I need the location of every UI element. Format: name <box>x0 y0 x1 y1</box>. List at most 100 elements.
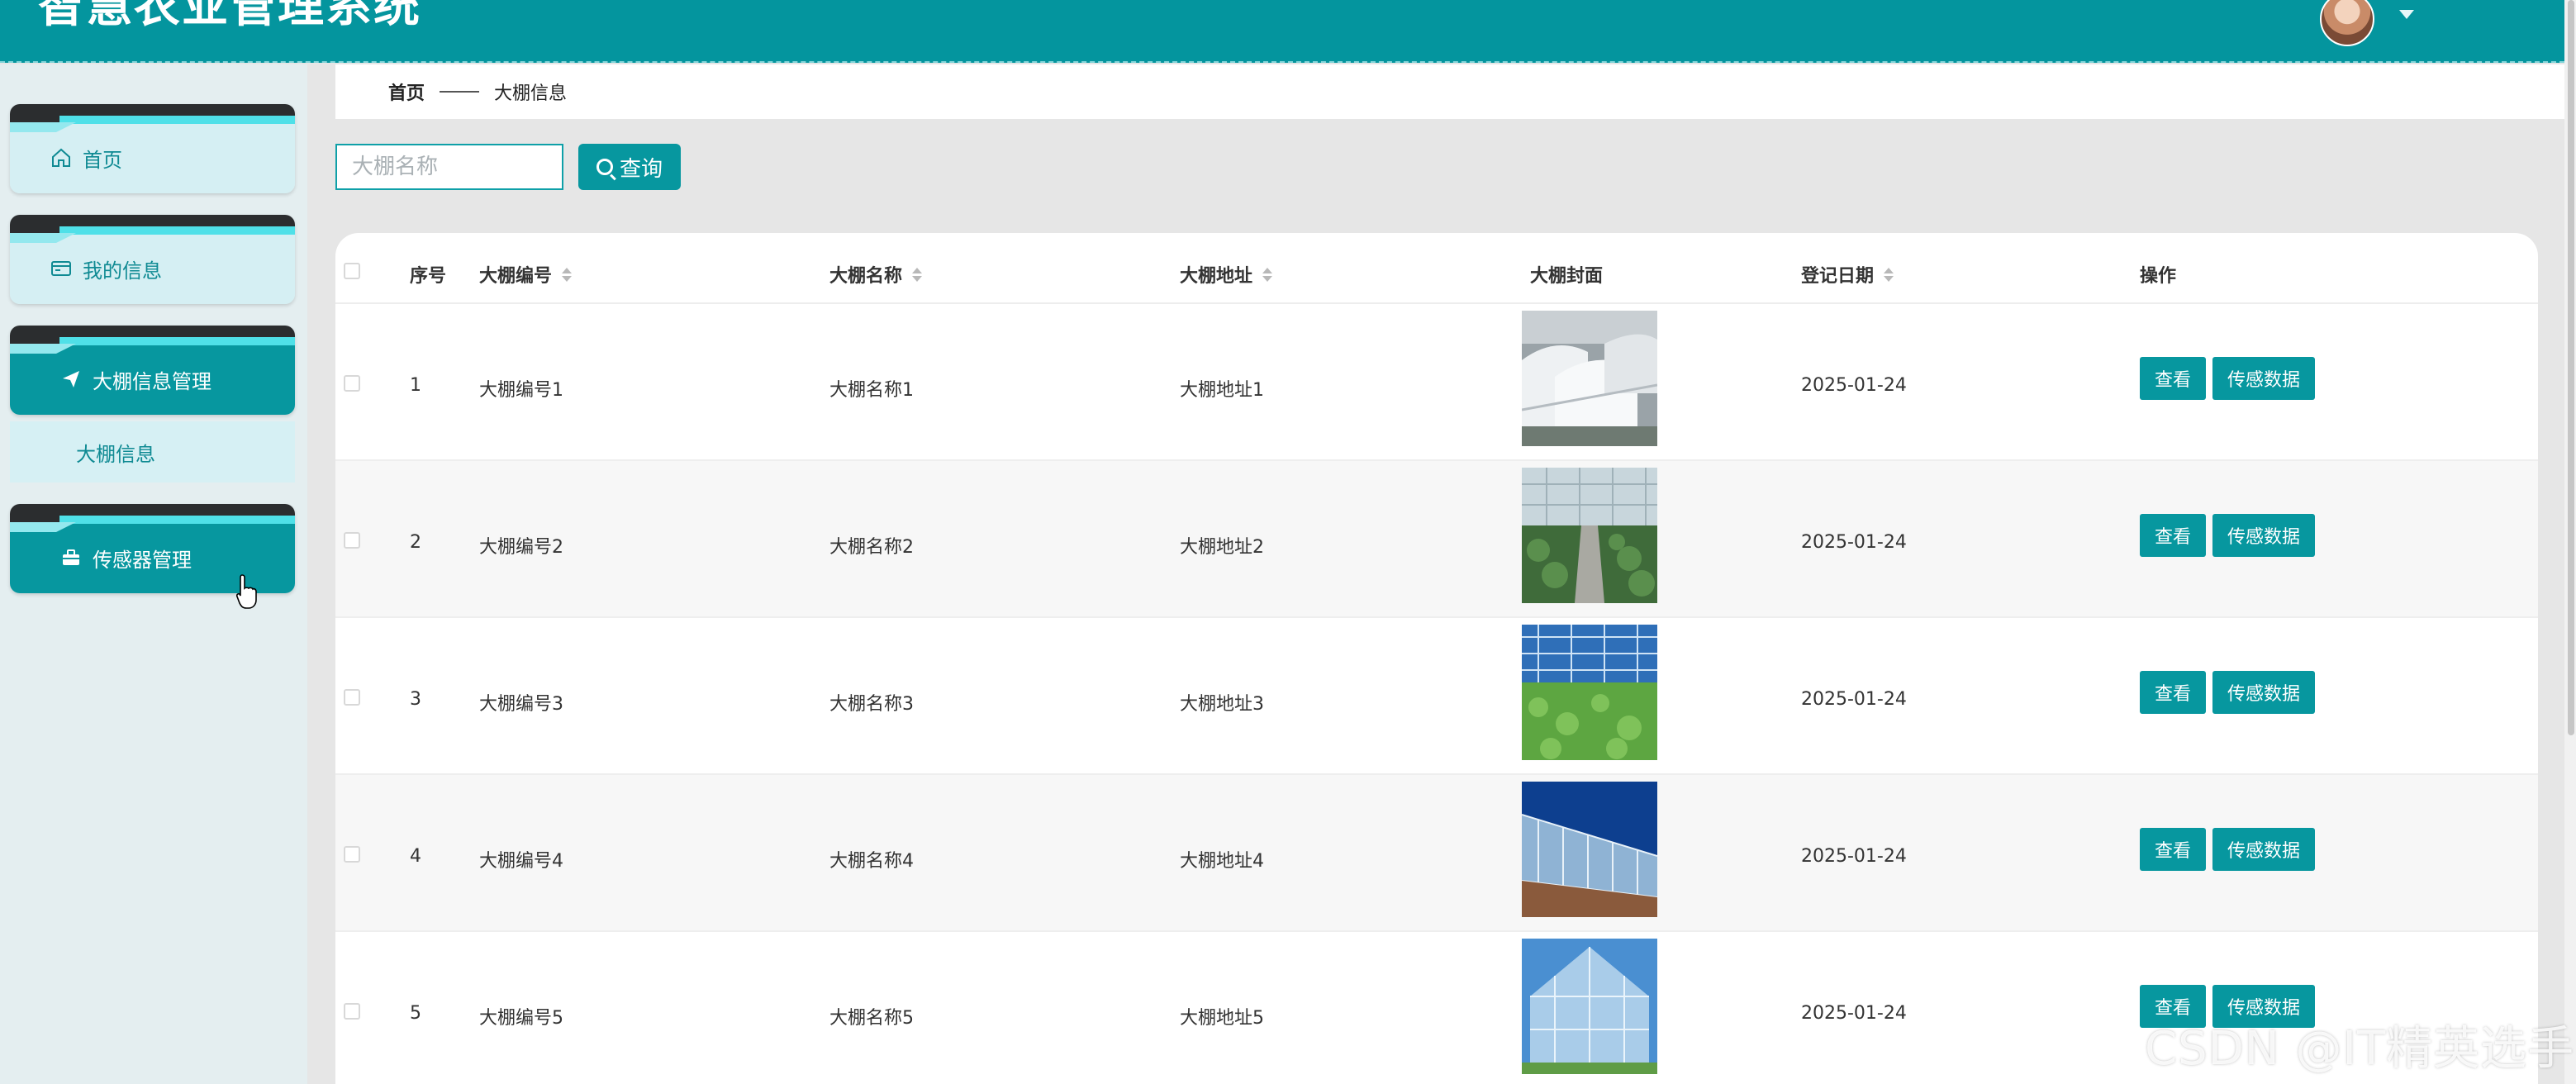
cell-date: 2025-01-24 <box>1801 689 1907 710</box>
sort-icon[interactable] <box>562 267 573 282</box>
col-header-label: 大棚封面 <box>1530 266 1604 287</box>
cell-code: 大棚编号5 <box>479 1008 563 1029</box>
view-button-label: 查看 <box>2154 370 2191 391</box>
cell-code: 大棚编号1 <box>479 380 563 401</box>
table-row: 4 大棚编号4 大棚名称4 大棚地址4 2025-01-24 查看 传感数据 <box>335 775 2538 932</box>
breadcrumb-separator <box>440 91 480 93</box>
menu-card-decoration <box>10 215 295 235</box>
col-header-action: 操作 <box>2140 261 2176 288</box>
col-header-label: 大棚编号 <box>479 266 553 287</box>
sidebar-subitem-greenhouse-info[interactable]: 大棚信息 <box>10 421 295 483</box>
app-title: 智慧农业管理系统 <box>38 0 421 33</box>
cell-name: 大棚名称5 <box>829 1008 914 1029</box>
sort-icon[interactable] <box>1262 267 1273 282</box>
sensor-data-button-label: 传感数据 <box>2227 370 2300 391</box>
sensor-data-button-label: 传感数据 <box>2227 841 2300 862</box>
cell-date: 2025-01-24 <box>1801 846 1907 867</box>
table-header: 序号 大棚编号 大棚名称 大棚地址 大棚封面 登记日期 操作 <box>335 233 2538 304</box>
col-header-label: 大棚地址 <box>1180 266 1253 287</box>
sort-icon[interactable] <box>1884 267 1894 282</box>
breadcrumb-current: 大棚信息 <box>494 83 568 104</box>
sort-icon[interactable] <box>912 267 923 282</box>
greenhouse-cover-image[interactable] <box>1522 782 1657 917</box>
greenhouse-table: 序号 大棚编号 大棚名称 大棚地址 大棚封面 登记日期 操作 1 大棚编号1 大… <box>335 233 2538 1084</box>
breadcrumb: 首页 大棚信息 <box>335 64 2564 119</box>
cell-date: 2025-01-24 <box>1801 532 1907 553</box>
sidebar-item-greenhouse-management[interactable]: 大棚信息管理 <box>10 326 295 415</box>
view-button-label: 查看 <box>2154 527 2191 548</box>
col-header-code[interactable]: 大棚编号 <box>479 261 573 288</box>
cell-index: 2 <box>410 532 421 553</box>
greenhouse-cover-image[interactable] <box>1522 625 1657 760</box>
row-checkbox[interactable] <box>344 375 360 392</box>
col-header-cover: 大棚封面 <box>1530 261 1603 288</box>
col-header-label: 大棚名称 <box>829 266 903 287</box>
row-checkbox[interactable] <box>344 532 360 549</box>
breadcrumb-home[interactable]: 首页 <box>388 78 425 105</box>
cell-code: 大棚编号4 <box>479 851 563 872</box>
cell-address: 大棚地址5 <box>1180 1008 1264 1029</box>
view-button[interactable]: 查看 <box>2140 357 2206 400</box>
top-header: 智慧农业管理系统 <box>0 0 2564 63</box>
view-button[interactable]: 查看 <box>2140 828 2206 871</box>
sidebar-item-home[interactable]: 首页 <box>10 104 295 193</box>
cell-index: 1 <box>410 375 421 396</box>
sidebar-item-label: 传感器管理 <box>93 548 192 572</box>
select-all-checkbox[interactable] <box>344 263 360 279</box>
table-row: 1 大棚编号1 大棚名称1 大棚地址1 2025-01-24 查看 传感数据 <box>335 304 2538 461</box>
cell-address: 大棚地址3 <box>1180 694 1264 715</box>
cell-index: 4 <box>410 846 421 867</box>
search-icon <box>596 159 613 175</box>
sidebar-subitem-label: 大棚信息 <box>76 442 155 466</box>
cell-date: 2025-01-24 <box>1801 375 1907 396</box>
view-button[interactable]: 查看 <box>2140 514 2206 557</box>
cell-name: 大棚名称1 <box>829 380 914 401</box>
cell-index: 3 <box>410 689 421 710</box>
sensor-data-button[interactable]: 传感数据 <box>2212 828 2315 871</box>
col-header-label: 序号 <box>410 266 447 287</box>
menu-card-decoration <box>10 504 295 524</box>
col-header-index: 序号 <box>410 261 446 288</box>
page-scrollbar-thumb[interactable] <box>2568 0 2574 735</box>
row-checkbox[interactable] <box>344 1003 360 1020</box>
greenhouse-name-search-input[interactable] <box>335 144 563 190</box>
row-checkbox[interactable] <box>344 846 360 863</box>
col-header-label: 登记日期 <box>1801 266 1875 287</box>
row-checkbox[interactable] <box>344 689 360 706</box>
cell-name: 大棚名称4 <box>829 851 914 872</box>
home-icon <box>50 146 73 169</box>
col-header-date[interactable]: 登记日期 <box>1801 261 1894 288</box>
sensor-data-button-label: 传感数据 <box>2227 527 2300 548</box>
card-icon <box>50 257 73 280</box>
briefcase-icon <box>59 546 83 569</box>
view-button-label: 查看 <box>2154 841 2191 862</box>
sensor-data-button[interactable]: 传感数据 <box>2212 357 2315 400</box>
menu-card-decoration <box>10 326 295 345</box>
caret-down-icon[interactable] <box>2399 10 2414 19</box>
user-avatar[interactable] <box>2320 0 2374 46</box>
sidebar-item-my-info[interactable]: 我的信息 <box>10 215 295 304</box>
sensor-data-button[interactable]: 传感数据 <box>2212 514 2315 557</box>
sensor-data-button[interactable]: 传感数据 <box>2212 671 2315 714</box>
search-button[interactable]: 查询 <box>578 144 681 190</box>
greenhouse-cover-image[interactable] <box>1522 939 1657 1074</box>
cell-name: 大棚名称3 <box>829 694 914 715</box>
col-header-name[interactable]: 大棚名称 <box>829 261 923 288</box>
cell-name: 大棚名称2 <box>829 537 914 558</box>
cell-address: 大棚地址2 <box>1180 537 1264 558</box>
col-header-address[interactable]: 大棚地址 <box>1180 261 1273 288</box>
cell-index: 5 <box>410 1003 421 1024</box>
greenhouse-cover-image[interactable] <box>1522 311 1657 446</box>
send-icon <box>59 368 83 391</box>
table-row: 2 大棚编号2 大棚名称2 大棚地址2 2025-01-24 查看 传感数据 <box>335 461 2538 618</box>
sidebar-item-label: 大棚信息管理 <box>93 369 211 393</box>
greenhouse-cover-image[interactable] <box>1522 468 1657 603</box>
sidebar-item-label: 我的信息 <box>83 259 162 283</box>
search-button-label: 查询 <box>619 156 663 182</box>
hand-cursor-icon <box>236 574 257 609</box>
view-button-label: 查看 <box>2154 684 2191 705</box>
cell-date: 2025-01-24 <box>1801 1003 1907 1024</box>
sensor-data-button-label: 传感数据 <box>2227 684 2300 705</box>
table-row: 3 大棚编号3 大棚名称3 大棚地址3 2025-01-24 查看 传感数据 <box>335 618 2538 775</box>
view-button[interactable]: 查看 <box>2140 671 2206 714</box>
